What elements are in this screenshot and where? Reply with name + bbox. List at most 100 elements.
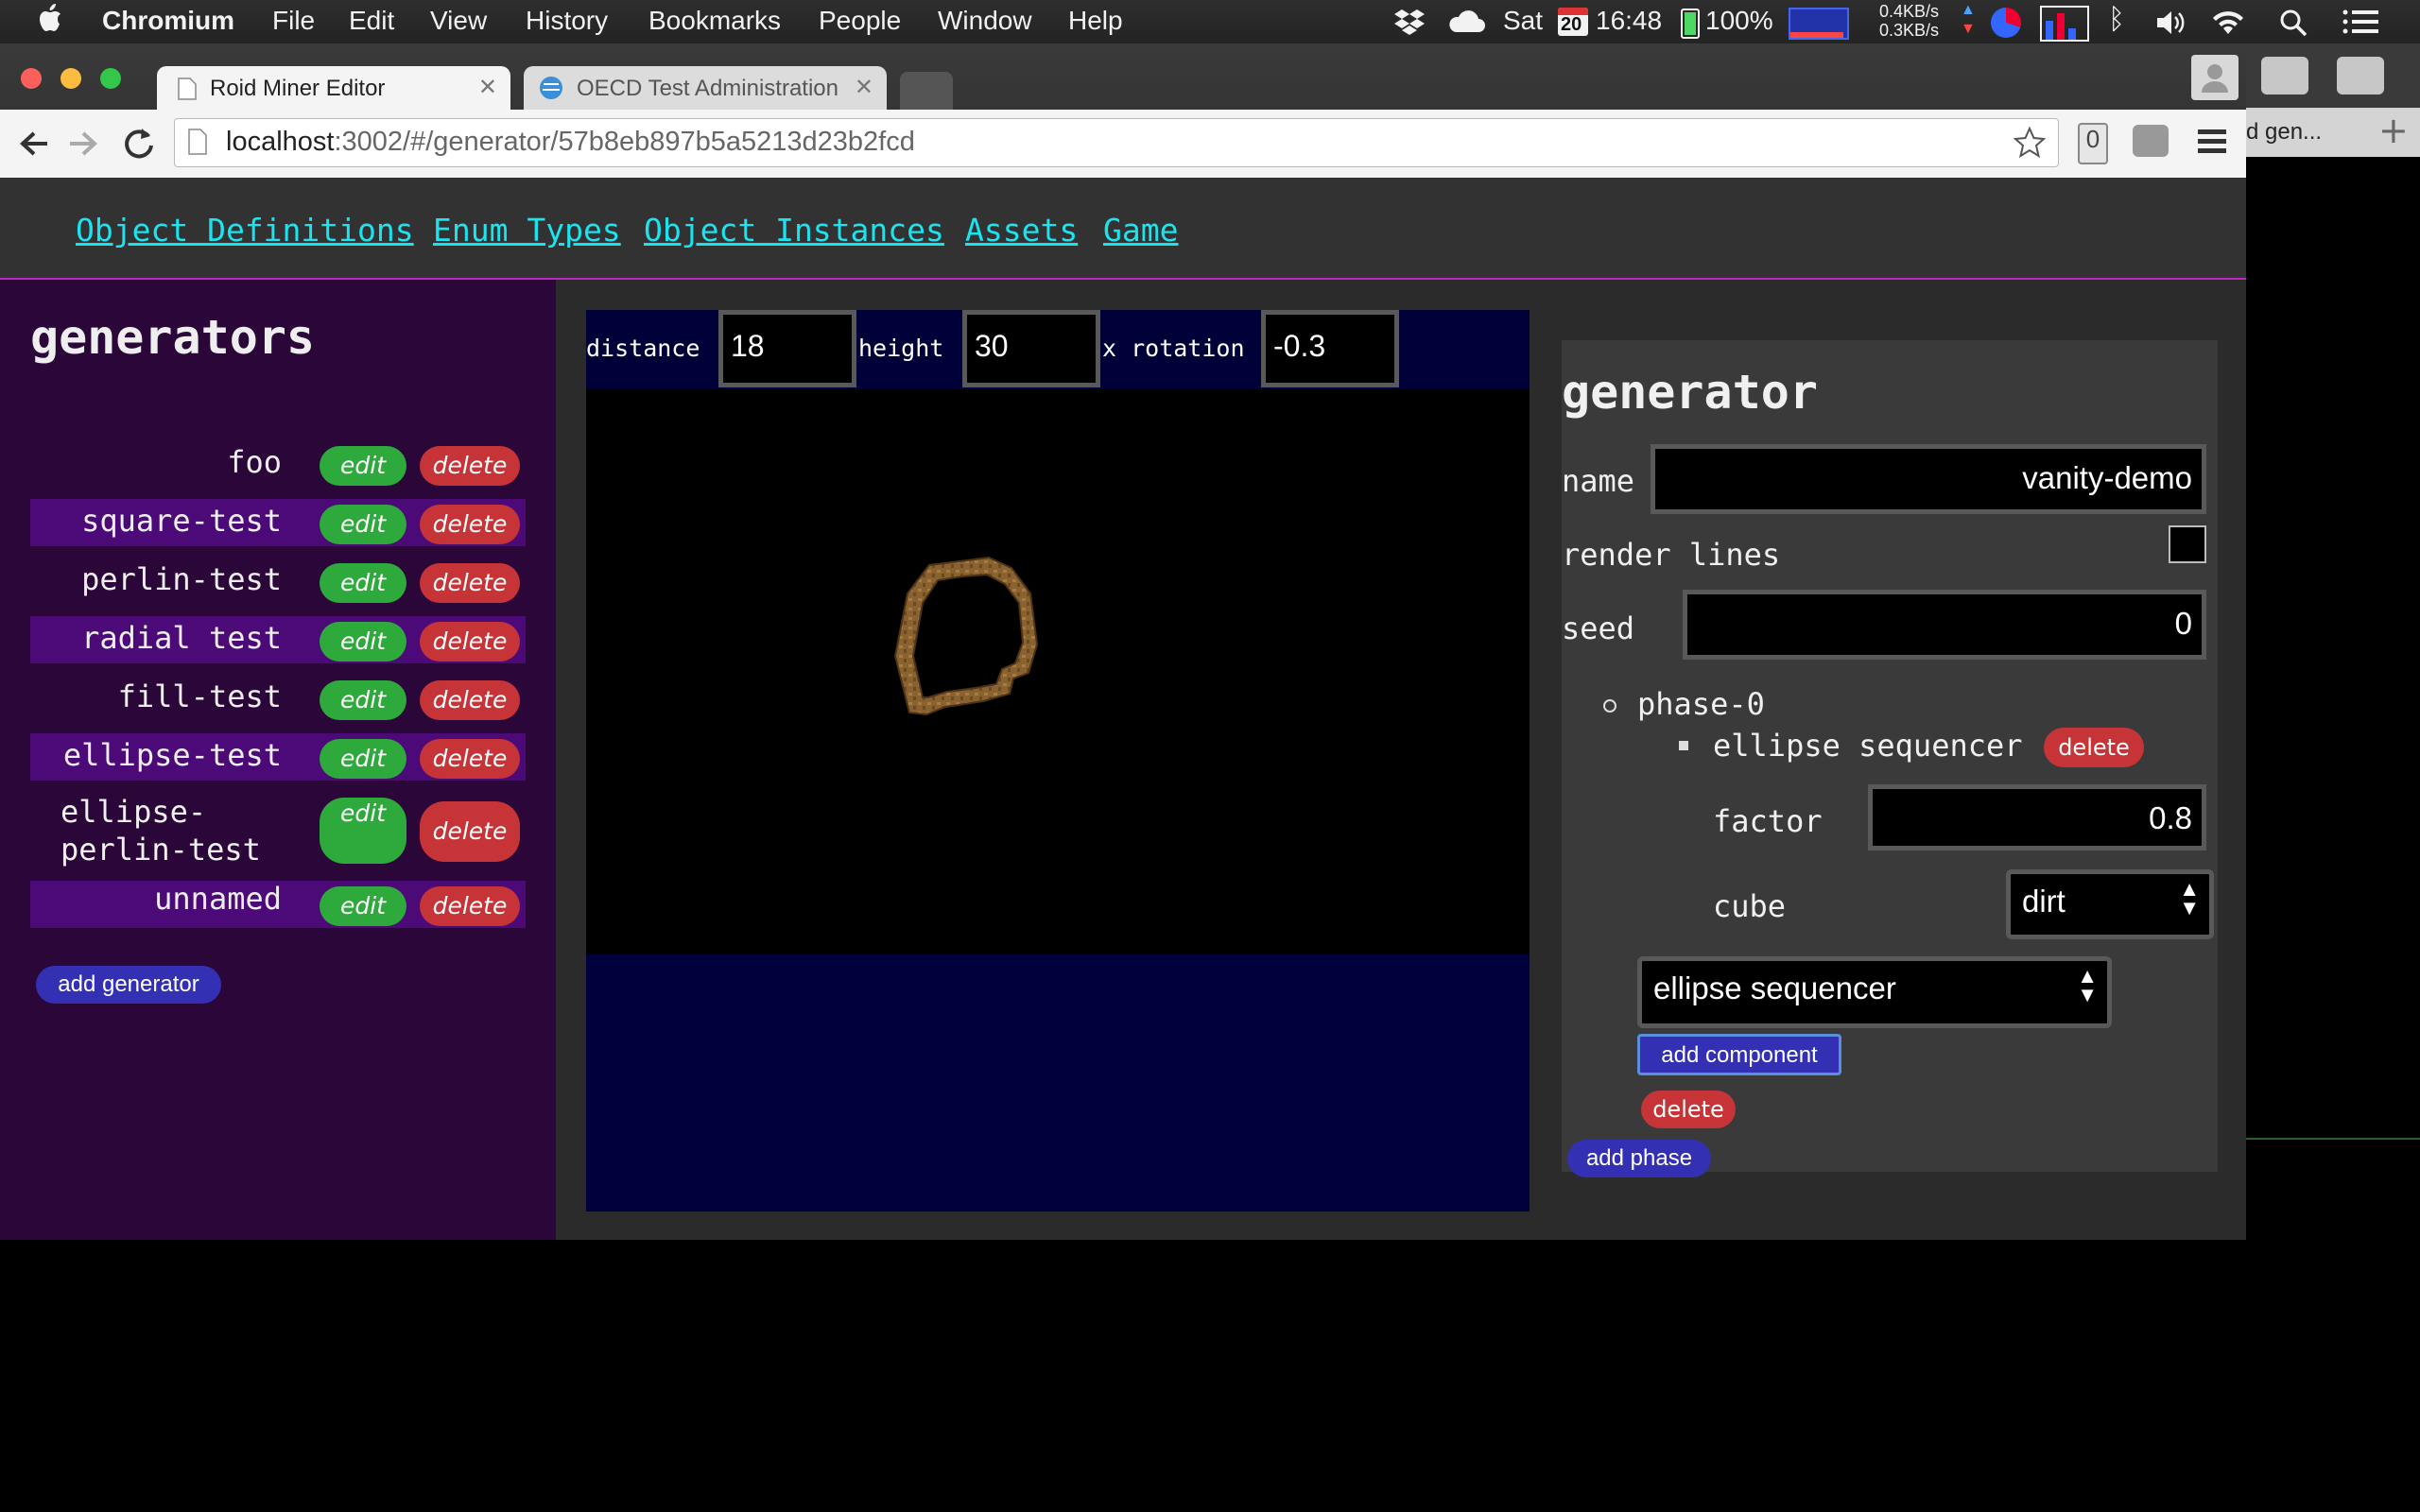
volume-icon[interactable] <box>2155 9 2187 36</box>
edit-generator-button[interactable]: edit <box>320 446 406 486</box>
forward-arrow-icon[interactable] <box>62 123 104 164</box>
close-window-button[interactable] <box>21 68 42 89</box>
delete-generator-button[interactable]: delete <box>420 739 520 779</box>
delete-generator-button[interactable]: delete <box>420 446 520 486</box>
dropbox-icon[interactable] <box>1393 8 1426 36</box>
generator-viewport: distance 18 height 30 x rotation -0.3 <box>586 310 1530 1211</box>
render-lines-checkbox[interactable] <box>2169 525 2206 563</box>
component-type-select[interactable]: ellipse sequencer ▲ ▼ <box>1637 956 2112 1028</box>
menu-app-name[interactable]: Chromium <box>102 6 234 36</box>
new-tab-plus-icon[interactable]: + <box>2378 110 2409 151</box>
tab-title: OECD Test Administration <box>577 76 838 101</box>
factor-input[interactable]: 0.8 <box>1868 784 2206 850</box>
cast-extension-icon[interactable] <box>2133 125 2169 157</box>
background-window-tabbar: d gen... + <box>2246 108 2420 157</box>
render-canvas[interactable] <box>586 389 1530 954</box>
menu-window[interactable]: Window <box>938 6 1032 36</box>
cube-label: cube <box>1713 888 1787 924</box>
menu-view[interactable]: View <box>430 6 487 36</box>
macos-menu-bar: Chromium File Edit View History Bookmark… <box>0 0 2420 43</box>
generator-row: perlin-test edit delete <box>30 558 526 605</box>
tab-close-icon[interactable]: ✕ <box>478 74 497 101</box>
delete-generator-button[interactable]: delete <box>420 622 520 662</box>
factor-label: factor <box>1713 803 1823 839</box>
add-generator-button[interactable]: add generator <box>36 966 221 1004</box>
share-icon[interactable] <box>2261 57 2308 94</box>
zoom-window-button[interactable] <box>100 68 121 89</box>
distance-label: distance <box>586 335 700 362</box>
nav-object-definitions[interactable]: Object Definitions <box>76 212 414 249</box>
menu-bookmarks[interactable]: Bookmarks <box>648 6 781 36</box>
edit-generator-button[interactable]: edit <box>320 622 406 662</box>
bookmark-star-icon[interactable] <box>2013 126 2047 160</box>
rendered-ellipse-blocks <box>893 556 1039 716</box>
generator-name: unnamed <box>154 881 282 917</box>
cpu-pie-icon[interactable] <box>1991 8 2021 38</box>
background-tab-title[interactable]: d gen... <box>2246 119 2322 146</box>
x-rotation-input[interactable]: -0.3 <box>1261 310 1399 387</box>
activity-monitor-icon[interactable] <box>1789 8 1849 40</box>
address-bar[interactable]: localhost:3002/#/generator/57b8eb897b5a5… <box>174 118 2059 167</box>
nav-object-instances[interactable]: Object Instances <box>644 212 944 249</box>
render-lines-label: render lines <box>1562 537 1781 573</box>
tabs-overview-icon[interactable] <box>2337 57 2384 94</box>
tab-oecd-test-administration[interactable]: OECD Test Administration ✕ <box>524 66 887 110</box>
profile-avatar-icon[interactable] <box>2191 55 2238 100</box>
edit-generator-button[interactable]: edit <box>320 505 406 544</box>
chrome-menu-icon[interactable] <box>2195 125 2229 159</box>
delete-phase-button[interactable]: delete <box>1641 1091 1736 1128</box>
nav-enum-types[interactable]: Enum Types <box>433 212 621 249</box>
browser-chrome: Roid Miner Editor ✕ OECD Test Administra… <box>0 43 2246 179</box>
delete-component-button[interactable]: delete <box>2044 728 2144 767</box>
delete-generator-button[interactable]: delete <box>420 801 520 862</box>
menu-file[interactable]: File <box>272 6 315 36</box>
edit-generator-button[interactable]: edit <box>320 563 406 603</box>
name-value: vanity-demo <box>2022 460 2192 495</box>
edit-generator-button[interactable]: edit <box>320 798 406 864</box>
memory-graph-icon[interactable] <box>2040 6 2089 42</box>
cloud-icon[interactable] <box>1448 8 1486 36</box>
minimize-window-button[interactable] <box>60 68 81 89</box>
edit-generator-button[interactable]: edit <box>320 680 406 720</box>
notification-center-icon[interactable] <box>2342 9 2378 34</box>
tab-roid-miner-editor[interactable]: Roid Miner Editor ✕ <box>157 66 510 110</box>
new-tab-button[interactable] <box>900 72 953 110</box>
reload-icon[interactable] <box>117 123 159 164</box>
apple-icon[interactable] <box>38 2 62 34</box>
delete-generator-button[interactable]: delete <box>420 505 520 544</box>
menubar-time[interactable]: 16:48 <box>1596 6 1662 36</box>
distance-input[interactable]: 18 <box>718 310 856 387</box>
edit-generator-button[interactable]: edit <box>320 739 406 779</box>
name-input[interactable]: vanity-demo <box>1651 444 2206 514</box>
generators-panel: generators foo edit delete square-test e… <box>0 280 556 1240</box>
add-component-button[interactable]: add component <box>1637 1034 1841 1075</box>
extension-counter-icon[interactable]: 0 <box>2078 123 2108 164</box>
page-icon <box>188 129 207 155</box>
bluetooth-icon[interactable]: ᛒ <box>2108 4 2125 36</box>
nav-assets[interactable]: Assets <box>965 212 1078 249</box>
distance-value: 18 <box>731 329 765 363</box>
edit-generator-button[interactable]: edit <box>320 886 406 926</box>
menu-help[interactable]: Help <box>1068 6 1123 36</box>
nav-game[interactable]: Game <box>1103 212 1178 249</box>
spotlight-search-icon[interactable] <box>2278 8 2308 38</box>
menu-history[interactable]: History <box>526 6 608 36</box>
generator-name: ellipse-test <box>62 737 282 773</box>
cube-select[interactable]: dirt ▲ ▼ <box>2006 869 2214 939</box>
battery-icon[interactable] <box>1681 9 1700 39</box>
background-window: d gen... + <box>2246 43 2420 1512</box>
menu-edit[interactable]: Edit <box>349 6 394 36</box>
height-input[interactable]: 30 <box>962 310 1100 387</box>
delete-generator-button[interactable]: delete <box>420 886 520 926</box>
menu-people[interactable]: People <box>819 6 901 36</box>
delete-generator-button[interactable]: delete <box>420 680 520 720</box>
add-phase-button[interactable]: add phase <box>1567 1140 1711 1177</box>
calendar-icon[interactable]: 20 <box>1558 8 1588 36</box>
name-label: name <box>1562 463 1635 499</box>
tab-close-icon[interactable]: ✕ <box>855 74 873 101</box>
background-window-titlebar <box>2246 43 2420 108</box>
seed-input[interactable]: 0 <box>1683 590 2206 660</box>
delete-generator-button[interactable]: delete <box>420 563 520 603</box>
back-arrow-icon[interactable] <box>13 123 55 164</box>
wifi-icon[interactable] <box>2208 8 2248 36</box>
